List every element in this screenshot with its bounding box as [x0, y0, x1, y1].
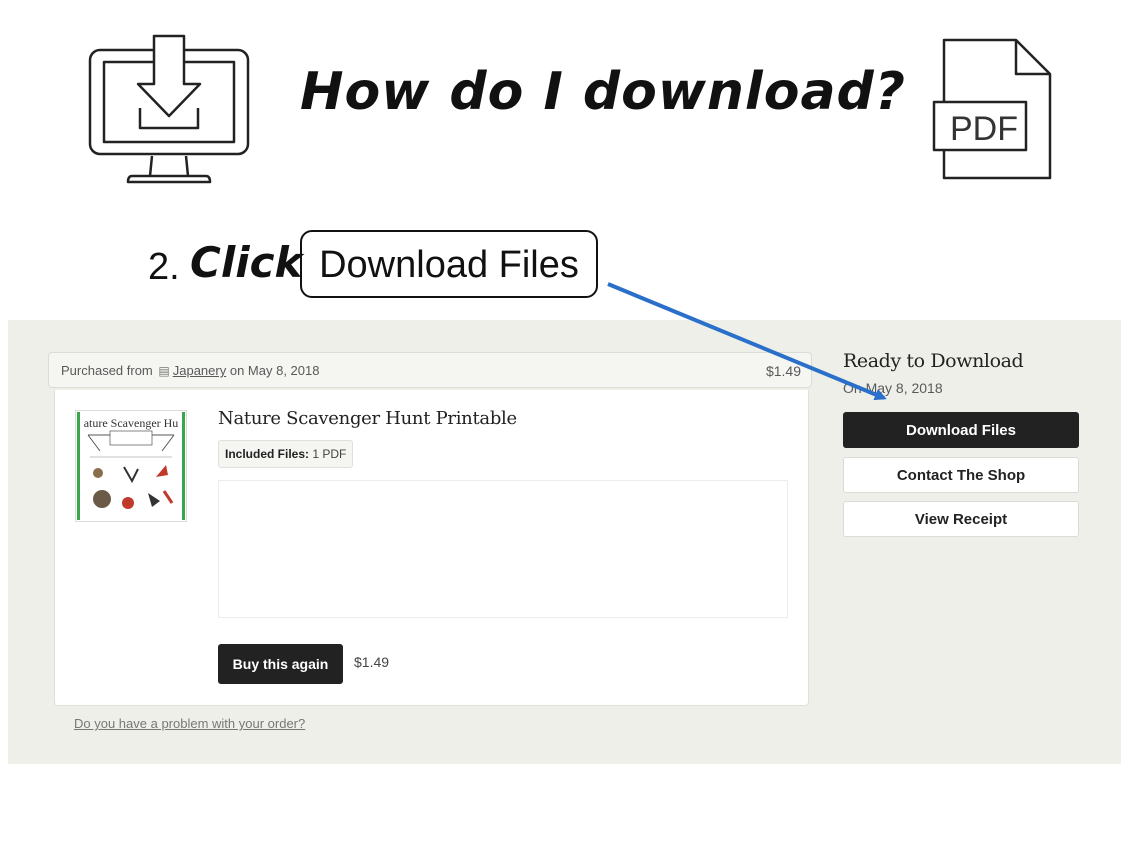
included-files-badge: Included Files: 1 PDF: [218, 440, 354, 468]
order-page-screenshot: Purchased from ▤ Japanery on May 8, 2018 …: [8, 320, 1121, 764]
order-card: ature Scavenger Hu Nature Scavenger Hunt…: [54, 390, 809, 706]
thumbnail-caption: ature Scavenger Hu: [84, 416, 179, 430]
purchased-prefix: Purchased from: [61, 363, 153, 378]
monitor-download-icon: [88, 34, 250, 184]
buy-again-price: $1.49: [354, 654, 390, 670]
included-files-label: Included Files:: [225, 447, 310, 461]
step-number: 2.: [148, 246, 180, 288]
purchase-info: Purchased from ▤ Japanery on May 8, 2018: [61, 363, 319, 378]
view-receipt-button[interactable]: View Receipt: [843, 501, 1079, 537]
order-total: $1.49: [765, 363, 801, 379]
order-problem-link[interactable]: Do you have a problem with your order?: [74, 716, 305, 731]
order-header: Purchased from ▤ Japanery on May 8, 2018 …: [48, 352, 812, 388]
page-title: How do I download?: [300, 62, 906, 122]
ready-to-download-title: Ready to Download: [843, 350, 1024, 372]
pdf-file-icon: [932, 38, 1052, 180]
included-files-value: 1 PDF: [312, 447, 347, 461]
step-button-callout: Download Files: [300, 230, 598, 298]
order-notes-area: [218, 480, 788, 618]
product-title[interactable]: Nature Scavenger Hunt Printable: [218, 408, 517, 429]
shop-link[interactable]: Japanery: [173, 363, 226, 378]
ready-date: On May 8, 2018: [843, 380, 943, 396]
download-files-button[interactable]: Download Files: [843, 412, 1079, 448]
product-thumbnail[interactable]: ature Scavenger Hu: [75, 410, 187, 522]
shop-icon: ▤: [158, 364, 170, 378]
buy-again-button[interactable]: Buy this again: [218, 644, 343, 684]
step-verb: Click: [190, 238, 303, 287]
thumbnail-image: ature Scavenger Hu: [76, 411, 186, 521]
pdf-icon-label: PDF: [950, 110, 1018, 148]
contact-shop-button[interactable]: Contact The Shop: [843, 457, 1079, 493]
purchase-date: on May 8, 2018: [229, 363, 320, 378]
